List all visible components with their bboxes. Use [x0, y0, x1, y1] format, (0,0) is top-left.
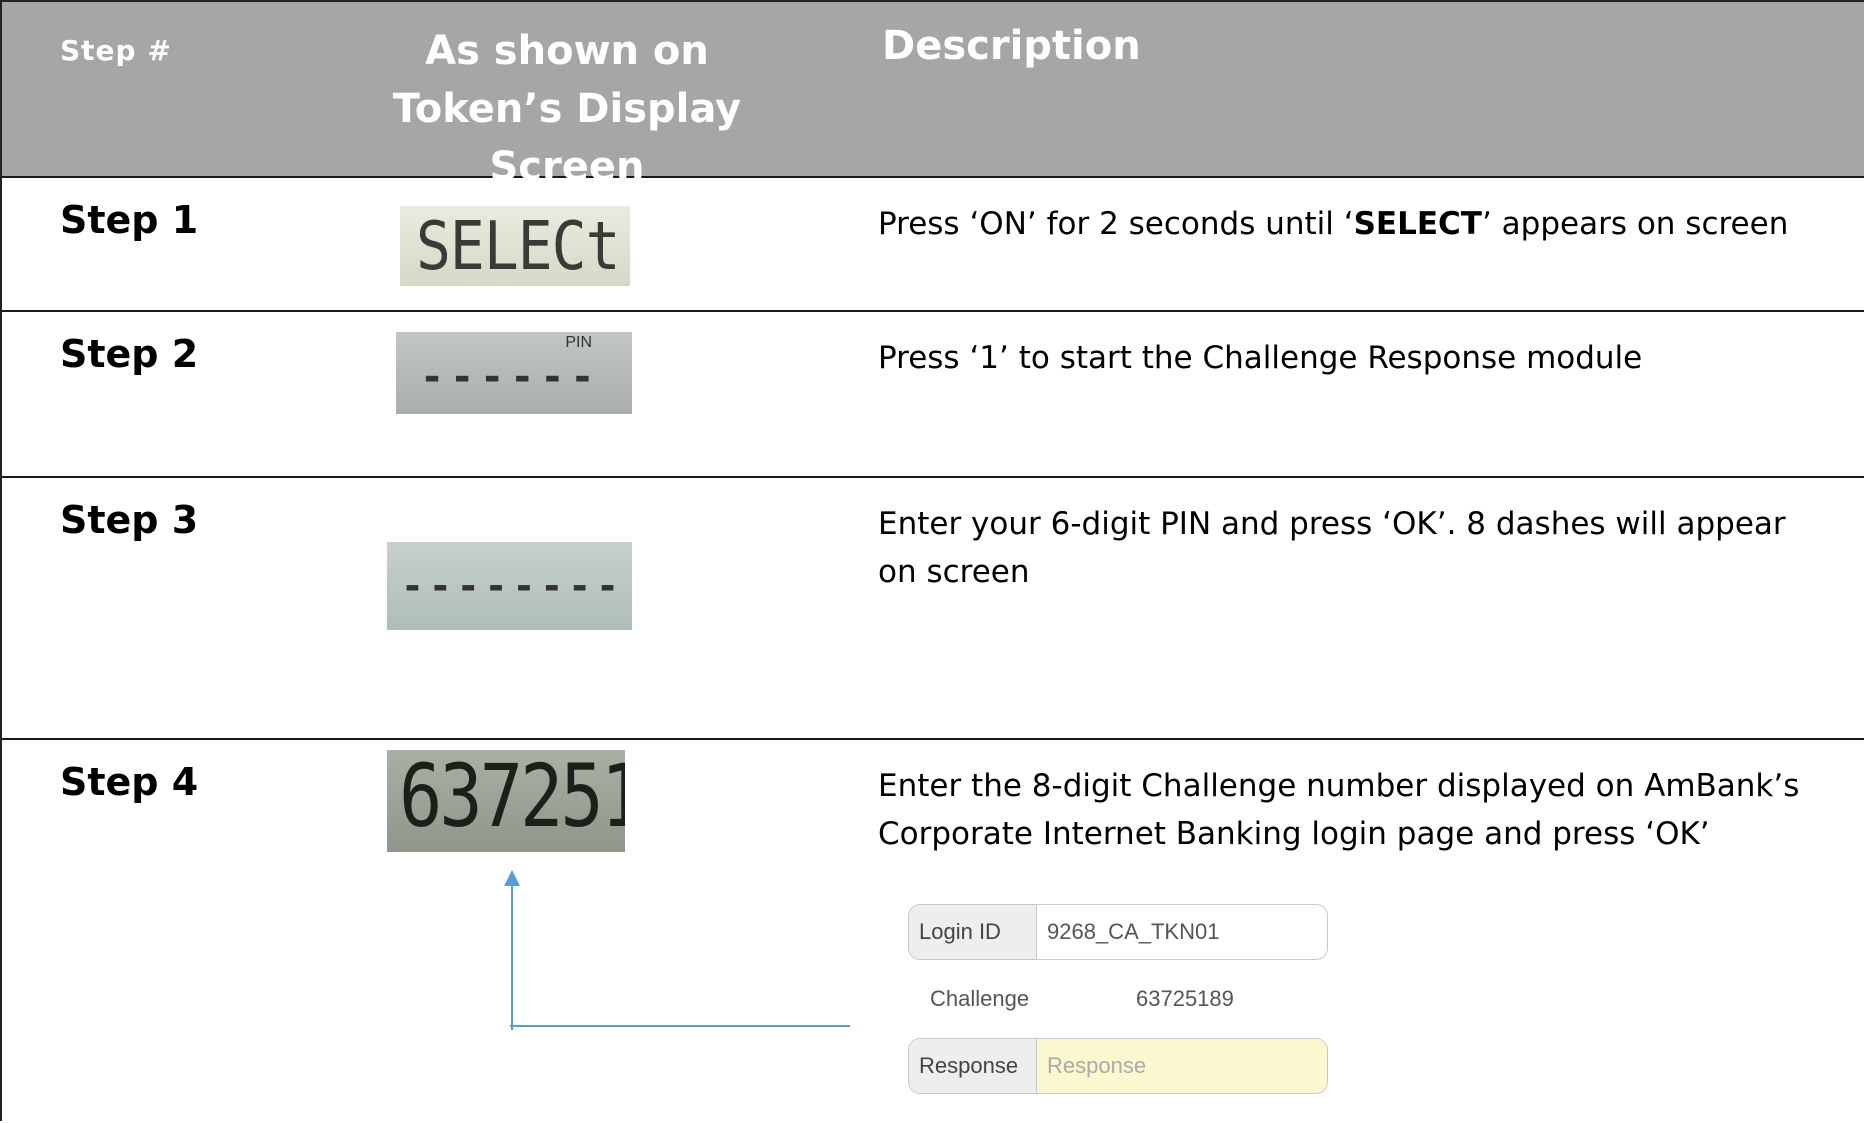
response-label: Response	[909, 1039, 1037, 1093]
login-id-value[interactable]: 9268_CA_TKN01	[1047, 905, 1219, 959]
login-id-field[interactable]: Login ID 9268_CA_TKN01	[908, 904, 1328, 960]
response-field[interactable]: Response Response	[908, 1038, 1328, 1094]
login-id-label: Login ID	[909, 905, 1037, 959]
challenge-label: Challenge	[930, 986, 1030, 1011]
response-input[interactable]: Response	[1047, 1039, 1146, 1093]
challenge-value: 63725189	[1136, 986, 1234, 1011]
arrow-head-icon	[504, 870, 520, 886]
